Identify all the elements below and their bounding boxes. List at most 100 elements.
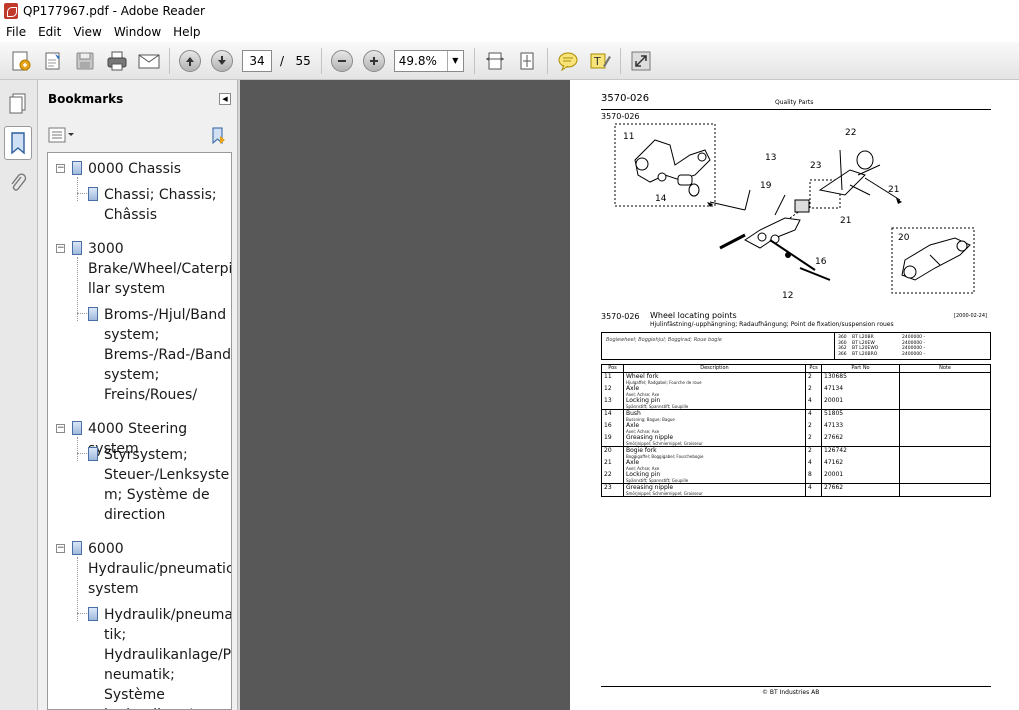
bookmark-item[interactable]: Styrsystem; Steuer-/Lenksyste m; Système d… — [104, 445, 229, 525]
document-viewer[interactable]: 3570-026 Quality Parts 3570-026 11 13 14… — [240, 80, 1019, 710]
cell-value: 13 — [604, 397, 612, 404]
collapse-panel-icon[interactable]: ◀ — [219, 93, 231, 105]
cell-pcs: 2 — [805, 434, 822, 447]
bookmark-icon — [88, 187, 98, 201]
fit-page-icon[interactable] — [514, 48, 540, 74]
tree-line — [77, 257, 78, 321]
chevron-down-icon[interactable]: ▼ — [446, 50, 463, 71]
cell-pos: 13 — [601, 397, 624, 410]
cell-value: Axle — [626, 422, 640, 429]
cell-translation: Spännstift; Spannstift; Goupille — [626, 404, 689, 409]
cell-translation: Smörjnippel; Schmiernippel; Graisseur — [626, 491, 703, 496]
bookmark-label-line: system; — [104, 367, 160, 383]
pages-tab[interactable] — [4, 86, 32, 120]
model-serial: 2400000 - — [902, 351, 926, 357]
zoom-out-button[interactable] — [329, 48, 355, 74]
svg-text:14: 14 — [655, 194, 667, 204]
toolbar-separator — [546, 47, 548, 74]
svg-text:20: 20 — [898, 233, 910, 243]
tree-line — [77, 313, 87, 314]
zoom-value: 49.8% — [398, 53, 437, 68]
cell-desc: Axle Axel; Achse; Axe — [623, 422, 806, 434]
cell-pcs: 4 — [805, 483, 822, 497]
attachments-tab[interactable] — [4, 166, 32, 200]
model-applicability-box: Bogiewheel; Boggiehjul; Boggirad; Roue b… — [601, 332, 991, 360]
bookmark-label-line: Chassi; Chassis; — [104, 187, 217, 203]
cell-part: 27662 — [821, 434, 900, 447]
svg-text:19: 19 — [760, 181, 772, 191]
email-icon[interactable] — [136, 48, 162, 74]
document-date: [2000-02-24] — [954, 313, 987, 319]
svg-text:16: 16 — [815, 257, 827, 267]
cell-value: Bogie fork — [626, 447, 657, 454]
menu-file[interactable]: File — [0, 25, 32, 39]
page-number-input[interactable]: 34 — [242, 49, 272, 72]
cell-value: 27662 — [824, 434, 844, 441]
subtitle-translations: Hjulinfästning/-upphängning; Radaufhängu… — [650, 321, 894, 328]
cell-desc: Wheel fork Hjulgaffel; Radgabel; Fourche … — [623, 372, 806, 385]
bookmark-label: 0000 Chassis — [88, 159, 181, 179]
menu-view[interactable]: View — [67, 25, 107, 39]
tree-line — [77, 193, 87, 194]
cell-note — [899, 483, 991, 497]
bookmark-item[interactable]: 3000 Brake/Wheel/Caterpi llar system — [88, 239, 231, 299]
bookmark-item[interactable]: Hydraulik/pneuma tik; Hydraulikanlage/P neu… — [104, 605, 232, 709]
highlight-text-icon[interactable]: T — [587, 48, 613, 74]
print-icon[interactable] — [104, 48, 130, 74]
cell-value: 2 — [808, 373, 812, 380]
bookmark-item[interactable]: 6000 Hydraulic/pneumatic system — [88, 539, 232, 599]
zoom-select[interactable]: 49.8% ▼ — [393, 49, 464, 72]
pages-icon — [9, 93, 26, 114]
cell-value: 12 — [604, 385, 612, 392]
bookmarks-panel-header: Bookmarks ◀ — [38, 80, 237, 118]
menu-help[interactable]: Help — [167, 25, 206, 39]
collapse-toggle-icon[interactable]: − — [56, 424, 65, 433]
window-title: QP177967.pdf - Adobe Reader — [23, 4, 205, 18]
tree-line — [77, 177, 78, 201]
fit-width-icon[interactable] — [482, 48, 508, 74]
expand-window-icon[interactable] — [628, 48, 654, 74]
cell-pcs: 2 — [805, 372, 822, 385]
tree-line — [77, 557, 78, 621]
cell-note — [899, 385, 991, 397]
bookmark-item[interactable]: Chassi; Chassis; Châssis — [104, 185, 217, 225]
options-menu-icon[interactable] — [48, 127, 76, 143]
comment-icon[interactable] — [555, 48, 581, 74]
bookmark-label-line: Hydraulikanlage/P — [104, 647, 232, 663]
cell-pos: 16 — [601, 422, 624, 434]
menu-edit[interactable]: Edit — [32, 25, 67, 39]
table-row: 12 Axle Axel; Achse; Axe 2 47134 — [601, 385, 991, 397]
collapse-toggle-icon[interactable]: − — [56, 544, 65, 553]
bookmarks-tab[interactable] — [4, 126, 32, 160]
zoom-in-button[interactable] — [361, 48, 387, 74]
cell-value: 11 — [604, 373, 612, 380]
cell-value: 4 — [808, 397, 812, 404]
page-total: 55 — [295, 53, 311, 68]
svg-text:11: 11 — [623, 132, 634, 142]
open-file-icon[interactable] — [40, 48, 66, 74]
col-note: Note — [899, 364, 991, 373]
bookmark-icon — [88, 307, 98, 321]
new-bookmark-icon[interactable] — [209, 126, 227, 144]
bookmark-item[interactable]: 0000 Chassis — [88, 159, 181, 179]
previous-page-button[interactable] — [177, 48, 203, 74]
cell-value: 19 — [604, 434, 612, 441]
next-page-button[interactable] — [209, 48, 235, 74]
cell-pcs: 2 — [805, 422, 822, 434]
bookmark-label-line: Broms-/Hjul/Band — [104, 307, 227, 323]
collapse-toggle-icon[interactable]: − — [56, 164, 65, 173]
bookmark-item[interactable]: Broms-/Hjul/Band system; Brems-/Rad-/Band s… — [104, 305, 231, 405]
menu-window[interactable]: Window — [108, 25, 167, 39]
cell-value: Axle — [626, 385, 640, 392]
paperclip-icon — [11, 173, 27, 191]
create-pdf-icon[interactable] — [8, 48, 34, 74]
cell-value: 2 — [808, 447, 812, 454]
collapse-toggle-icon[interactable]: − — [56, 244, 65, 253]
save-icon[interactable] — [72, 48, 98, 74]
cell-part: 47134 — [821, 385, 900, 397]
bookmarks-panel: Bookmarks ◀ 0000 Chassis − Chassi; Chassis… — [38, 80, 238, 710]
table-row: 20 Bogie fork Boggigaffel; Boggigabel; Fou… — [601, 446, 991, 459]
cell-value: 2 — [808, 422, 812, 429]
cell-part: 126742 — [821, 446, 900, 459]
bookmark-label-line: Hydraulic/pneumatic — [88, 561, 232, 577]
